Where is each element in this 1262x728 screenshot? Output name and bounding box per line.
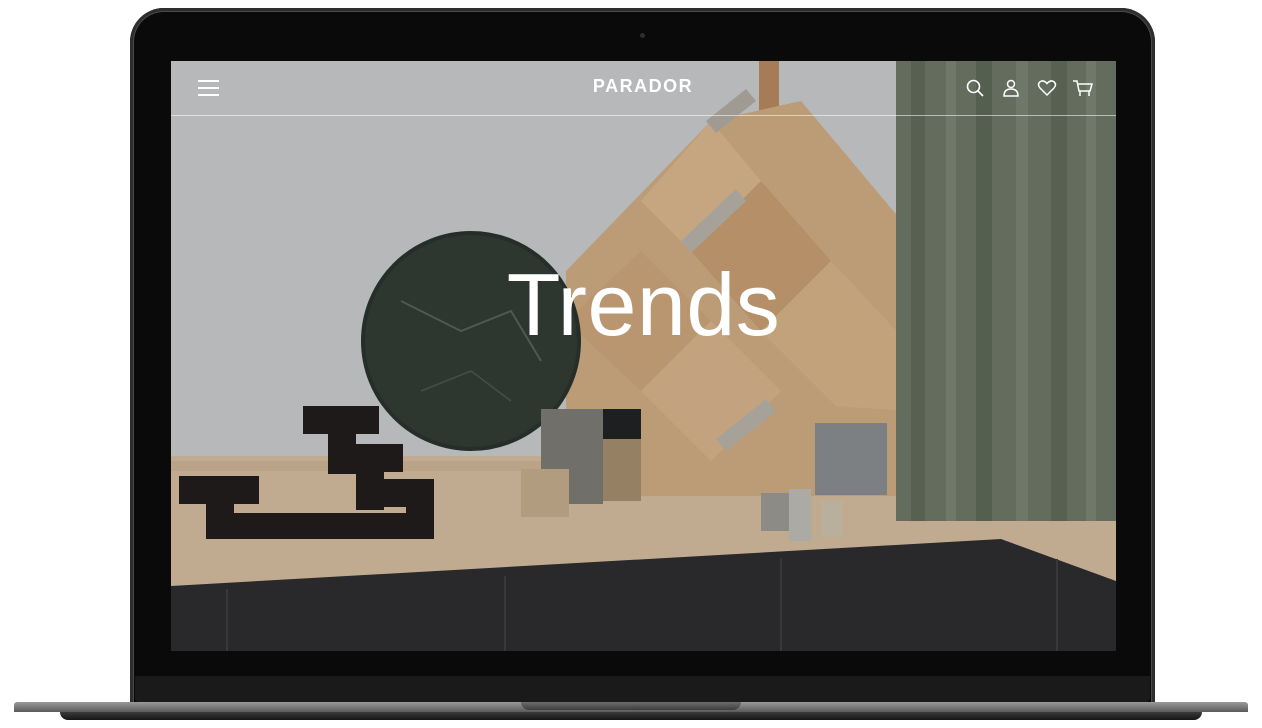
- user-icon[interactable]: [998, 75, 1024, 101]
- cart-icon[interactable]: [1070, 75, 1096, 101]
- webcam: [640, 33, 645, 38]
- laptop-chin: [135, 676, 1150, 702]
- brand-logo[interactable]: PARADOR: [543, 76, 743, 97]
- hero-title: Trends: [506, 255, 781, 354]
- website-screen: PARADOR Trends: [171, 61, 1116, 651]
- search-icon[interactable]: [962, 75, 988, 101]
- laptop-base: [0, 700, 1262, 728]
- hero-overlay: [171, 61, 1116, 651]
- heart-icon[interactable]: [1034, 75, 1060, 101]
- header-icon-group: [962, 75, 1096, 101]
- top-navigation: PARADOR: [171, 61, 1116, 116]
- menu-icon[interactable]: [195, 77, 223, 99]
